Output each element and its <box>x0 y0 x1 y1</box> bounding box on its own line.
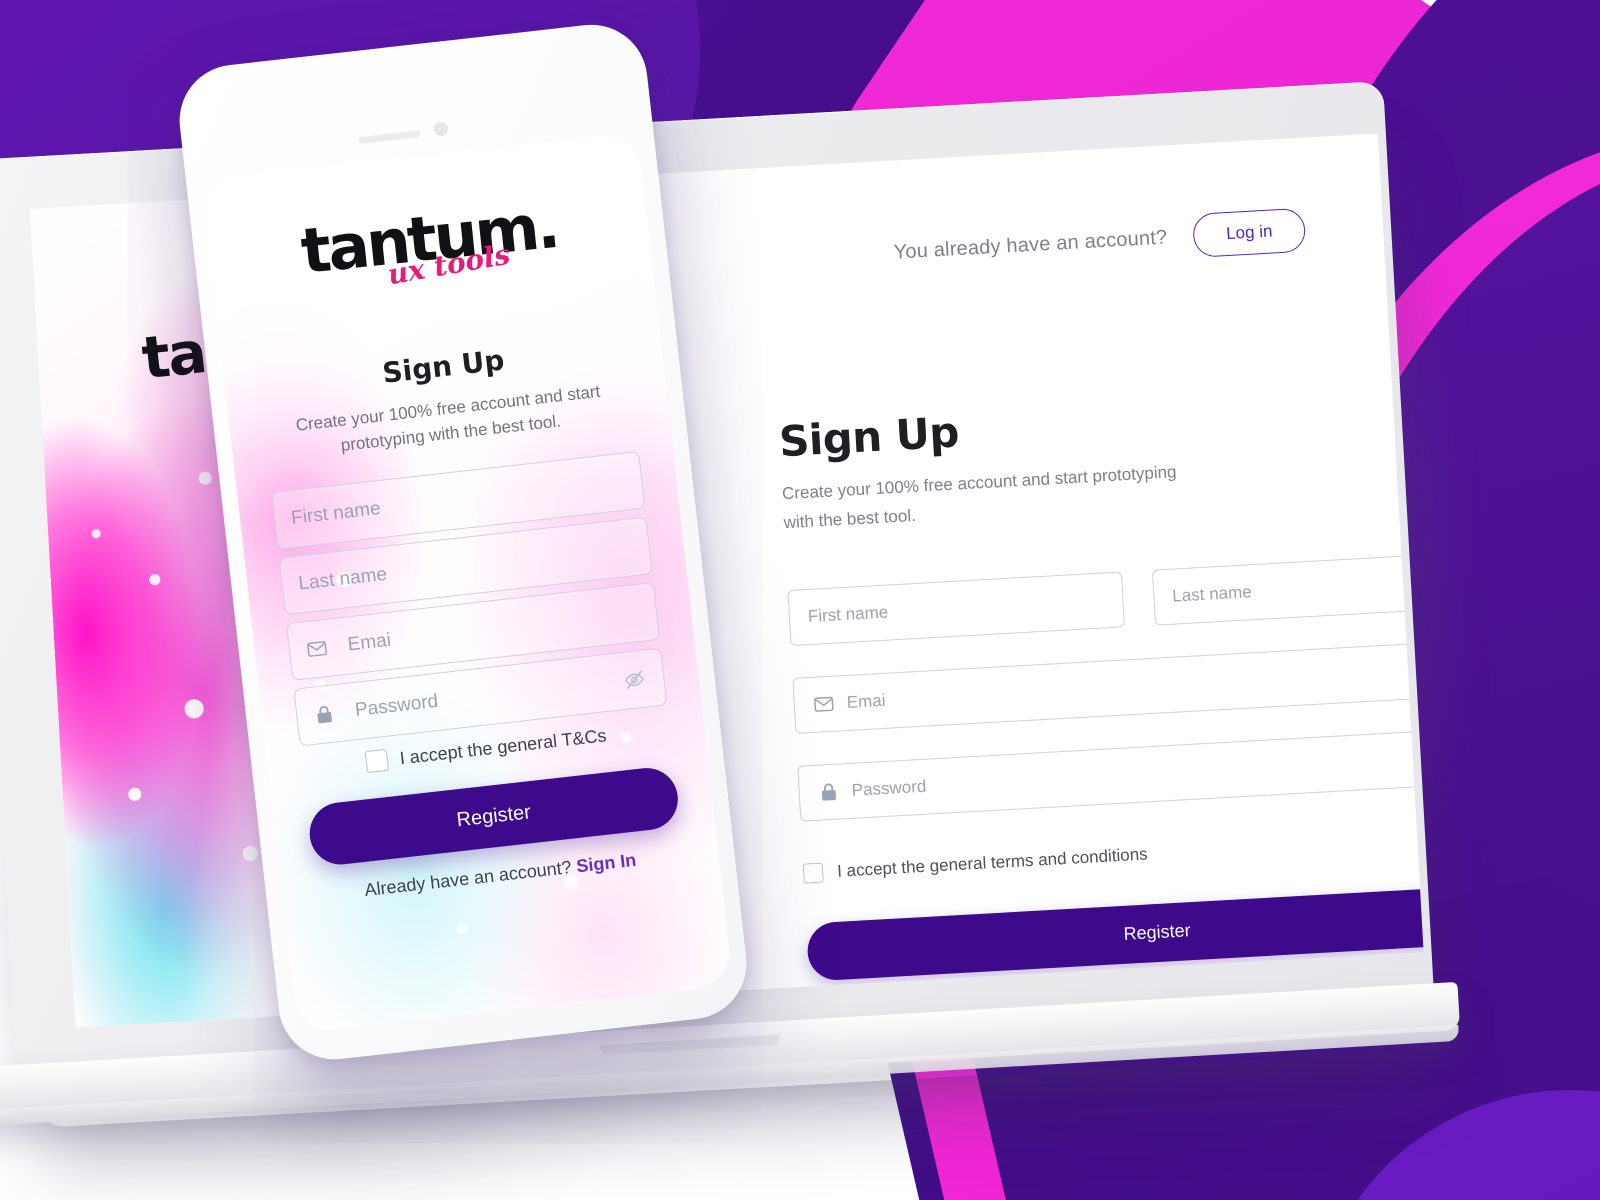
first-name-field[interactable]: First name <box>787 571 1126 646</box>
first-name-placeholder: First name <box>290 498 382 530</box>
tablet-signup-form: Sign Up Create your 100% free account an… <box>777 378 1424 982</box>
last-name-field[interactable]: Last name <box>1151 550 1424 626</box>
envelope-icon <box>812 692 835 715</box>
phone-signup-form: First name Last name Emai Password I acc… <box>271 451 685 907</box>
phone-logo: tantum. ux tools <box>242 189 618 302</box>
tablet-topbar: You already have an account? Log in <box>893 207 1307 275</box>
page-title: Sign Up <box>777 407 961 467</box>
email-placeholder: Emai <box>846 690 886 712</box>
last-name-placeholder: Last name <box>297 564 389 595</box>
email-field[interactable]: Emai <box>792 638 1424 734</box>
page-subtitle: Create your 100% free account and start … <box>781 462 1177 533</box>
sign-in-link[interactable]: Sign In <box>575 850 637 877</box>
first-name-placeholder: First name <box>807 602 889 626</box>
envelope-icon <box>305 637 329 661</box>
eye-off-icon[interactable] <box>622 668 646 692</box>
name-fields-row: First name Last name <box>787 550 1424 646</box>
lock-icon <box>312 703 336 727</box>
mockup-stage: tantum. ux tools You already have an acc… <box>0 0 1600 1200</box>
terms-row[interactable]: I accept the general terms and condition… <box>802 824 1424 884</box>
lock-icon <box>817 780 840 803</box>
terms-checkbox[interactable] <box>802 862 824 884</box>
password-placeholder: Password <box>851 776 927 800</box>
email-placeholder: Emai <box>346 630 392 656</box>
log-in-button[interactable]: Log in <box>1192 207 1307 258</box>
signin-footer-text: Already have an account? <box>363 857 573 901</box>
password-field[interactable]: Password <box>797 726 1424 822</box>
password-placeholder: Password <box>353 691 440 722</box>
terms-label: I accept the general terms and condition… <box>836 844 1149 881</box>
last-name-placeholder: Last name <box>1171 582 1253 606</box>
login-prompt-text: You already have an account? <box>893 225 1168 264</box>
terms-checkbox[interactable] <box>364 749 390 774</box>
